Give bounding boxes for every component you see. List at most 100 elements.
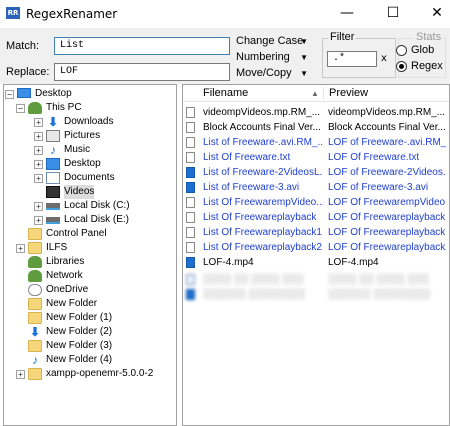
tree-node[interactable]: Control Panel bbox=[16, 227, 174, 241]
tree-node[interactable]: + Local Disk (C:) bbox=[34, 199, 174, 213]
sort-ascending-icon: ▲ bbox=[311, 89, 319, 98]
tree-node-label: Local Disk (E:) bbox=[64, 214, 130, 225]
tree-node-label: Downloads bbox=[64, 116, 114, 127]
tree-node[interactable]: New Folder bbox=[16, 297, 174, 311]
file-row[interactable]: List Of FreewarempVideo... LOF Of Freewar… bbox=[183, 195, 449, 210]
glob-radio[interactable] bbox=[396, 45, 407, 56]
person-icon bbox=[28, 102, 42, 114]
download-arrow-icon: ⬇ bbox=[47, 115, 59, 129]
file-icon bbox=[186, 137, 195, 148]
tree-node-label: Desktop bbox=[64, 158, 101, 169]
blurred-row: ░░░░░░ ░░░░░░░░ ░░░░░░ ░░░░░░░░ bbox=[183, 287, 449, 302]
tree-node[interactable]: Network bbox=[16, 269, 174, 283]
maximize-button[interactable]: ☐ bbox=[376, 2, 410, 24]
match-input[interactable]: List bbox=[54, 37, 230, 55]
file-row[interactable]: List Of Freewareplayback2 LOF Of Freeware… bbox=[183, 240, 449, 255]
tree-node-label: Control Panel bbox=[46, 228, 107, 239]
tree-node[interactable]: + Documents bbox=[34, 171, 174, 185]
folder-icon bbox=[28, 242, 42, 254]
close-button[interactable]: ✕ bbox=[420, 2, 450, 24]
collapse-toggle[interactable]: − bbox=[5, 90, 14, 99]
tree-node[interactable]: − Desktop bbox=[5, 87, 174, 101]
file-row[interactable]: videompVideos.mp.RM_... videompVideos.mp.… bbox=[183, 105, 449, 120]
expand-toggle[interactable]: + bbox=[34, 118, 43, 127]
tree-node[interactable]: + ILFS bbox=[16, 241, 174, 255]
numbering-dropdown[interactable]: Numbering ▼ bbox=[236, 50, 316, 65]
expand-toggle[interactable]: + bbox=[34, 174, 43, 183]
tree-node[interactable]: + ♪ Music bbox=[34, 143, 174, 157]
file-row[interactable]: List Of Freeware.txt LOF Of Freeware.txt bbox=[183, 150, 449, 165]
file-list[interactable]: Filename ▲ Preview videompVideos.mp.RM_.… bbox=[182, 84, 450, 426]
desktop-folder-icon bbox=[46, 158, 60, 170]
column-header-filename[interactable]: Filename bbox=[197, 85, 327, 102]
preview-cell: LOF Of Freeware.txt bbox=[328, 152, 420, 163]
tree-node-label: Libraries bbox=[46, 256, 85, 267]
tree-node[interactable]: ⬇ New Folder (2) bbox=[16, 325, 174, 339]
file-row[interactable]: Block Accounts Final Ver... Block Account… bbox=[183, 120, 449, 135]
column-header-preview[interactable]: Preview bbox=[323, 85, 449, 102]
tree-node[interactable]: New Folder (1) bbox=[16, 311, 174, 325]
regex-radio[interactable] bbox=[396, 61, 407, 72]
expand-toggle[interactable]: + bbox=[34, 216, 43, 225]
file-icon bbox=[186, 122, 195, 133]
file-icon bbox=[186, 197, 195, 208]
clear-filter-button[interactable]: x bbox=[379, 51, 389, 67]
preview-cell: LOF Of Freewareplayback bbox=[328, 212, 446, 223]
filter-input[interactable]: .* bbox=[327, 51, 377, 67]
tree-node[interactable]: ♪ New Folder (4) bbox=[16, 353, 174, 367]
change-case-dropdown[interactable]: Change Case ▼ bbox=[236, 34, 316, 49]
file-row[interactable]: List of Freeware-3.avi LOF of Freeware-3.… bbox=[183, 180, 449, 195]
tree-node[interactable]: + Pictures bbox=[34, 129, 174, 143]
file-row[interactable]: List Of Freewareplayback1 LOF Of Freeware… bbox=[183, 225, 449, 240]
preview-cell: LOF of Freeware-.avi.RM_... bbox=[328, 137, 446, 148]
regex-label: Regex bbox=[411, 60, 443, 72]
file-icon bbox=[186, 212, 195, 223]
expand-toggle[interactable]: + bbox=[16, 244, 25, 253]
tree-node[interactable]: New Folder (3) bbox=[16, 339, 174, 353]
folder-tree[interactable]: − Desktop − This PC + ⬇ Downloads + Pictures + ♪ Mu… bbox=[3, 84, 177, 426]
tree-node[interactable]: + Local Disk (E:) bbox=[34, 213, 174, 227]
window-title: RegexRenamer bbox=[26, 7, 118, 21]
video-file-icon bbox=[186, 257, 195, 268]
preview-cell: LOF of Freeware-3.avi bbox=[328, 182, 429, 193]
file-row[interactable]: List of Freeware-.avi.RM_... LOF of Freew… bbox=[183, 135, 449, 150]
collapse-toggle[interactable]: − bbox=[16, 104, 25, 113]
preview-cell: LOF Of Freewareplayback1 bbox=[328, 227, 446, 238]
tree-node-label: Music bbox=[64, 144, 91, 155]
tree-node[interactable]: + ⬇ Downloads bbox=[34, 115, 174, 129]
filename-cell: List Of Freewareplayback bbox=[203, 212, 317, 223]
expand-toggle[interactable]: + bbox=[16, 370, 25, 379]
file-row[interactable]: List Of Freewareplayback LOF Of Freewarep… bbox=[183, 210, 449, 225]
folder-icon bbox=[28, 340, 42, 352]
tree-node-label: New Folder (3) bbox=[46, 340, 113, 351]
expand-toggle[interactable]: + bbox=[34, 132, 43, 141]
file-row[interactable]: List of Freeware-2VideosL... LOF of Freew… bbox=[183, 165, 449, 180]
tree-node-label: Network bbox=[46, 270, 83, 281]
tree-node[interactable]: − This PC bbox=[16, 101, 174, 115]
drive-icon bbox=[46, 217, 60, 224]
chevron-down-icon: ▼ bbox=[300, 53, 308, 62]
replace-input[interactable]: LOF bbox=[54, 63, 230, 81]
tree-node[interactable]: + Desktop bbox=[34, 157, 174, 171]
move-copy-dropdown[interactable]: Move/Copy ▼ bbox=[236, 66, 316, 81]
tree-node[interactable]: + xampp-openemr-5.0.0-2 bbox=[16, 367, 174, 381]
preview-cell: LOF Of FreewarempVideo... bbox=[328, 197, 446, 208]
music-note-icon: ♪ bbox=[32, 353, 38, 367]
preview-cell: Block Accounts Final Ver... bbox=[328, 122, 446, 133]
preview-cell: LOF Of Freewareplayback2 bbox=[328, 242, 446, 253]
tree-node[interactable]: Libraries bbox=[16, 255, 174, 269]
expand-toggle[interactable]: + bbox=[34, 146, 43, 155]
file-icon bbox=[186, 107, 195, 118]
documents-folder-icon bbox=[46, 172, 60, 184]
tree-node[interactable]: Videos bbox=[34, 185, 174, 199]
videos-folder-icon bbox=[46, 186, 60, 198]
file-list-header: Filename ▲ Preview bbox=[183, 85, 449, 102]
expand-toggle[interactable]: + bbox=[34, 160, 43, 169]
expand-toggle[interactable]: + bbox=[34, 202, 43, 211]
minimize-button[interactable]: — bbox=[330, 2, 364, 24]
preview-cell: videompVideos.mp.RM_... bbox=[328, 107, 446, 118]
tree-node[interactable]: OneDrive bbox=[16, 283, 174, 297]
preview-cell: LOF of Freeware-2Videos... bbox=[328, 167, 446, 178]
file-row[interactable]: LOF-4.mp4 LOF-4.mp4 bbox=[183, 255, 449, 270]
download-arrow-icon: ⬇ bbox=[29, 325, 41, 339]
